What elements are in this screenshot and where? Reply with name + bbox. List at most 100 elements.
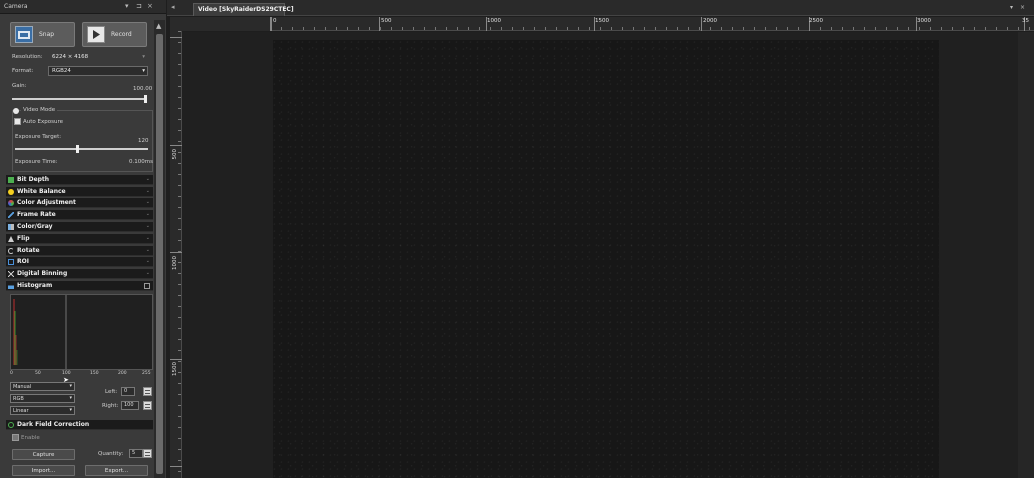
ruler-tick <box>178 108 181 109</box>
quantity-spinner[interactable] <box>143 449 152 458</box>
ruler-y-label: 500 <box>172 149 178 160</box>
histogram-axis: 0 50 100 150 200 255 <box>10 371 153 379</box>
gain-slider-thumb[interactable] <box>144 95 147 103</box>
section-color-adjustment[interactable]: Color Adjustment ⌄ <box>6 198 153 208</box>
import-label: Import... <box>31 468 56 474</box>
section-label: ROI <box>17 258 29 265</box>
panel-close-icon[interactable]: × <box>147 2 153 10</box>
histogram-tick: 0 <box>10 371 13 376</box>
quantity-input[interactable]: 5 <box>129 449 143 458</box>
section-label: Dark Field Correction <box>17 421 90 428</box>
histogram-tick: 200 <box>118 371 127 376</box>
section-white-balance[interactable]: White Balance ⌄ <box>6 187 153 197</box>
histogram-left-input[interactable]: 0 <box>121 387 135 396</box>
exposure-time-label: Exposure Time: <box>15 159 58 165</box>
ruler-x-label: 2500 <box>809 18 823 24</box>
dark-field-enable-checkbox[interactable] <box>12 434 19 441</box>
section-frame-rate[interactable]: Frame Rate ⌄ <box>6 210 153 220</box>
exposure-target-slider[interactable] <box>15 148 148 150</box>
ruler-tick <box>178 295 181 296</box>
ruler-tick <box>178 284 181 285</box>
histogram-mode-select[interactable]: Manual ▾ <box>10 382 75 391</box>
section-color-gray[interactable]: Color/Gray ⌄ <box>6 222 153 232</box>
ruler-x-label: 2000 <box>703 18 717 24</box>
section-dark-field-correction[interactable]: Dark Field Correction <box>6 420 153 430</box>
panel-scrollbar[interactable]: ▲ <box>154 20 165 478</box>
format-value: RGB24 <box>52 68 71 74</box>
tab-scroll-left-icon[interactable]: ◂ <box>171 3 175 11</box>
video-mode-label: Video Mode <box>21 107 58 113</box>
chevron-icon: ⌄ <box>145 176 150 182</box>
section-label: Flip <box>17 235 30 242</box>
video-mode-radio[interactable] <box>13 108 19 114</box>
flip-icon <box>8 236 14 242</box>
capture-button[interactable]: Capture <box>12 449 75 460</box>
histogram-right-input[interactable]: 100 <box>121 401 139 410</box>
ruler-y-label: 1000 <box>172 256 178 270</box>
ruler-major-tick <box>170 252 182 253</box>
scrollbar-thumb[interactable] <box>156 34 163 474</box>
histogram-right-spinner[interactable] <box>143 401 152 410</box>
ruler-tick <box>633 27 634 30</box>
ruler-tick <box>178 427 181 428</box>
rotate-icon <box>8 248 14 254</box>
ruler-tick <box>178 361 181 362</box>
exposure-target-slider-thumb[interactable] <box>76 145 80 153</box>
import-button[interactable]: Import... <box>12 465 75 476</box>
section-label: White Balance <box>17 188 66 195</box>
section-roi[interactable]: ROI ⌄ <box>6 257 153 267</box>
chevron-down-icon: ▾ <box>69 395 72 401</box>
record-button[interactable]: Record <box>82 22 147 47</box>
ruler-major-tick <box>701 17 702 31</box>
tab-video[interactable]: Video [SkyRaiderDS29CTEC] <box>193 3 294 16</box>
ruler-tick <box>919 27 920 30</box>
ruler-tick <box>178 97 181 98</box>
ruler-tick <box>178 306 181 307</box>
section-digital-binning[interactable]: Digital Binning ⌄ <box>6 269 153 279</box>
dark-field-icon <box>8 422 14 428</box>
ruler-tick <box>336 27 337 30</box>
ruler-tick <box>787 27 788 30</box>
section-flip[interactable]: Flip ⌄ <box>6 234 153 244</box>
ruler-tick <box>501 27 502 30</box>
panel-menu-icon[interactable]: ▾ <box>125 2 129 10</box>
ruler-tick <box>963 27 964 30</box>
histogram-left-spinner[interactable] <box>143 387 152 396</box>
chevron-icon: ⌄ <box>145 258 150 264</box>
auto-exposure-checkbox[interactable] <box>14 118 21 125</box>
ruler-major-tick <box>170 37 182 38</box>
section-bit-depth[interactable]: Bit Depth ⌄ <box>6 175 153 185</box>
export-label: Export... <box>104 468 129 474</box>
tab-list-icon[interactable]: ▾ <box>1010 4 1013 11</box>
collapse-icon[interactable] <box>144 283 150 289</box>
ruler-tick <box>556 27 557 30</box>
panel-pin-icon[interactable]: ⊐ <box>136 2 142 10</box>
section-label: Rotate <box>17 247 40 254</box>
ruler-tick <box>798 27 799 30</box>
ruler-tick <box>655 27 656 30</box>
histogram-chart[interactable] <box>10 294 153 370</box>
gain-slider[interactable] <box>12 98 147 100</box>
scroll-up-icon[interactable]: ▲ <box>156 22 161 30</box>
histogram-scale-select[interactable]: Linear ▾ <box>10 406 75 415</box>
section-rotate[interactable]: Rotate ⌄ <box>6 246 153 256</box>
play-icon <box>87 26 105 43</box>
ruler-tick <box>567 27 568 30</box>
ruler-tick <box>391 27 392 30</box>
document-tab-bar: ◂ Video [SkyRaiderDS29CTEC] ▾ × <box>167 0 1034 16</box>
histogram-left-label: Left: <box>105 389 118 395</box>
ruler-tick <box>842 27 843 30</box>
tab-close-icon[interactable]: × <box>1020 4 1025 11</box>
snap-button[interactable]: Snap <box>10 22 75 47</box>
video-frame[interactable] <box>273 40 939 478</box>
format-select[interactable]: RGB24 ▾ <box>48 66 148 76</box>
auto-exposure-label: Auto Exposure <box>23 119 63 125</box>
ruler-tick <box>424 27 425 30</box>
section-label: Digital Binning <box>17 270 68 277</box>
ruler-x-label: 500 <box>381 18 392 24</box>
histogram-channel-select[interactable]: RGB ▾ <box>10 394 75 403</box>
export-button[interactable]: Export... <box>85 465 148 476</box>
section-histogram[interactable]: Histogram <box>6 281 153 291</box>
resolution-select[interactable]: 6224 × 4168 ▾ <box>48 52 148 62</box>
camera-panel: Camera ▾ ⊐ × ▲ Snap Record Resolution: 6… <box>0 0 166 478</box>
